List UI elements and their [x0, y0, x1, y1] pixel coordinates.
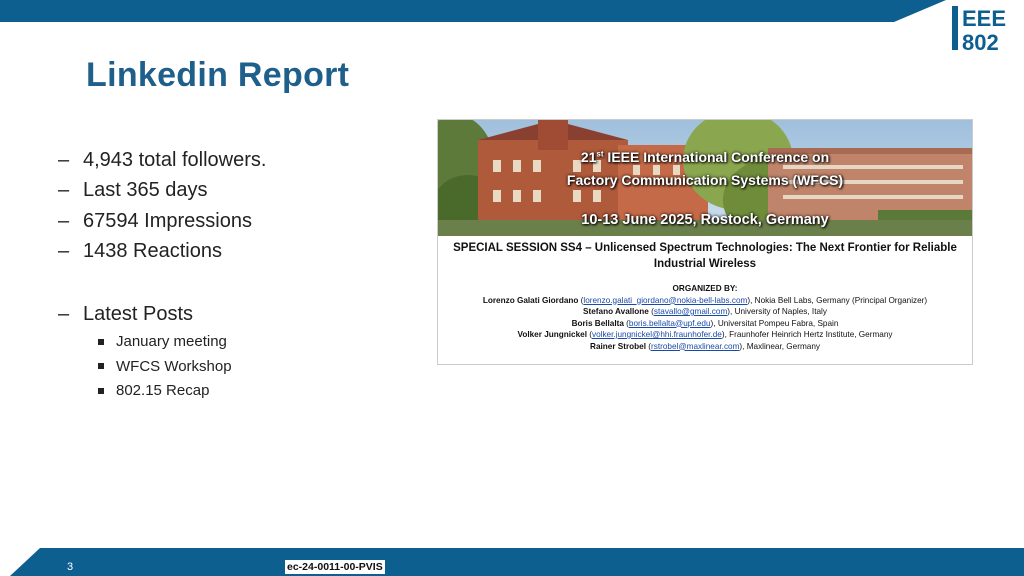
wfcs-flyer-image: 21st IEEE International Conference on Fa… [437, 119, 973, 365]
conference-title: 21st IEEE International Conference on [580, 149, 830, 165]
organizer-line: Boris Bellalta (boris.bellalta@upf.edu),… [571, 318, 839, 328]
square-bullet-icon [98, 338, 104, 345]
conference-date: 10-13 June 2025, Rostock, Germany [581, 212, 829, 228]
organizer-line: Lorenzo Galati Giordano (lorenzo.galati_… [482, 295, 928, 305]
post-item: January meeting [58, 330, 266, 355]
organizer-line: Volker Jungnickel (volker.jungnickel@hhi… [517, 330, 893, 339]
page-number: 3 [67, 561, 74, 573]
special-session-title: SPECIAL SESSION SS4 – Unlicensed Spectru… [453, 242, 957, 270]
bullet-list: –4,943 total followers. – Last 365 days –… [58, 145, 266, 403]
square-bullet-icon [98, 387, 104, 394]
bottom-banner [0, 548, 1024, 576]
list-item: – Latest Posts [58, 302, 194, 325]
page-title: Linkedin Report [86, 56, 350, 94]
stat-followers: 4,943 total followers. [83, 148, 267, 171]
post-item: 802.15 Recap [58, 379, 266, 404]
latest-posts-label: Latest Posts [83, 302, 194, 325]
top-banner [0, 0, 1024, 22]
ieee-802-logo: EEE 802 [952, 6, 1006, 52]
organizer-line: Rainer Strobel (rstrobel@maxlinear.com),… [590, 341, 820, 351]
list-item: –4,943 total followers. [58, 148, 267, 171]
post-item: WFCS Workshop [58, 354, 266, 379]
list-item: –1438 Reactions [58, 240, 222, 263]
conference-subtitle: Factory Communication Systems (WFCS) [566, 172, 844, 188]
list-item: – Last 365 days [58, 179, 208, 202]
organizer-line: Stefano Avallone (stavallo@gmail.com), U… [583, 307, 827, 316]
list-item: –67594 Impressions [58, 209, 252, 232]
stat-impressions: 67594 Impressions [83, 209, 252, 232]
svg-text:EEE: EEE [962, 6, 1006, 31]
stat-reactions: 1438 Reactions [83, 240, 222, 263]
svg-text:802: 802 [962, 30, 999, 52]
document-id: ec-24-0011-00-PVIS [285, 560, 385, 574]
organizers-block: ORGANIZED BY: Lorenzo Galati Giordano (l… [438, 283, 972, 352]
square-bullet-icon [98, 363, 104, 370]
stat-period: Last 365 days [83, 179, 208, 202]
